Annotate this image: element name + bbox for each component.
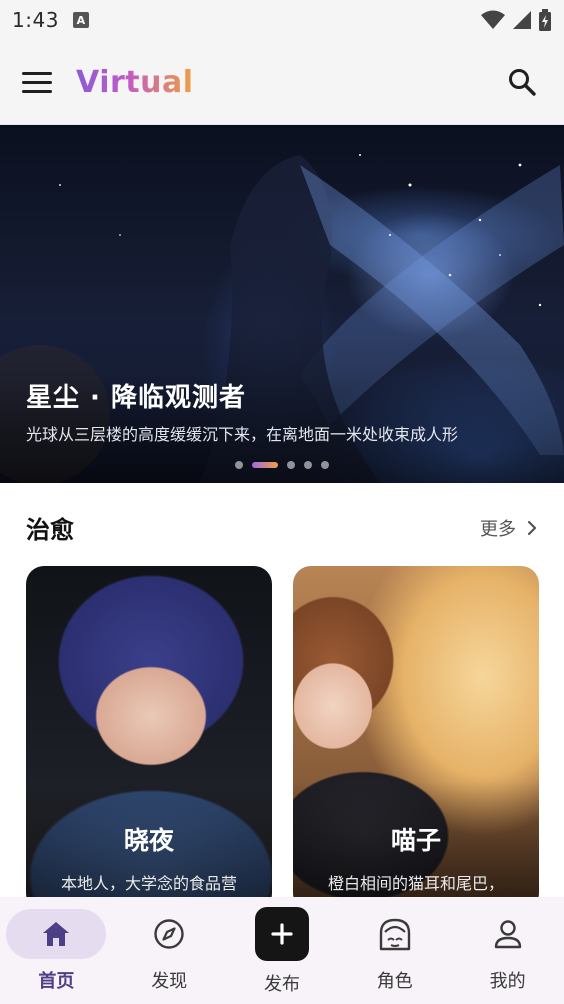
character-description: 橙白相间的猫耳和尾巴， bbox=[327, 874, 504, 893]
signal-icon bbox=[513, 11, 531, 29]
nav-label: 我的 bbox=[489, 971, 526, 992]
nav-discover[interactable]: 发现 bbox=[113, 897, 225, 1004]
nav-label: 角色 bbox=[376, 971, 413, 992]
more-link[interactable]: 更多 bbox=[480, 515, 538, 541]
home-icon bbox=[43, 922, 70, 946]
character-name: 喵子 bbox=[390, 826, 441, 855]
app-bar: Virtual bbox=[0, 40, 564, 125]
menu-icon[interactable] bbox=[22, 66, 54, 98]
carousel-dot[interactable] bbox=[304, 461, 312, 469]
hero-title: 星尘 · 降临观测者 bbox=[26, 383, 246, 413]
battery-icon bbox=[539, 9, 551, 31]
carousel-dot[interactable] bbox=[235, 461, 243, 469]
carousel-dot[interactable] bbox=[321, 461, 329, 469]
character-name: 晓夜 bbox=[123, 826, 174, 855]
status-icons bbox=[480, 9, 552, 31]
nav-character[interactable]: 角色 bbox=[339, 897, 451, 1004]
more-label: 更多 bbox=[480, 518, 516, 540]
nav-home[interactable]: 首页 bbox=[0, 897, 112, 1004]
character-icon bbox=[379, 918, 410, 951]
bottom-navigation: 首页 发现 发布 角色 我的 bbox=[0, 897, 564, 1004]
nav-profile[interactable]: 我的 bbox=[452, 897, 564, 1004]
notification-a-icon: A bbox=[72, 12, 89, 28]
status-bar: 1:43 A bbox=[0, 0, 564, 40]
person-icon bbox=[494, 920, 521, 949]
publish-button[interactable] bbox=[254, 907, 309, 961]
wifi-icon bbox=[481, 10, 505, 29]
section-header: 治愈 更多 bbox=[26, 510, 538, 545]
character-description: 本地人，大学念的食品营 bbox=[60, 874, 237, 893]
app-brand-title: Virtual bbox=[76, 64, 194, 100]
carousel-indicator bbox=[235, 461, 329, 469]
character-card[interactable]: 喵子 橙白相间的猫耳和尾巴， bbox=[293, 566, 539, 911]
compass-icon bbox=[154, 919, 184, 949]
plus-icon bbox=[271, 923, 293, 945]
chevron-right-icon bbox=[527, 520, 537, 535]
carousel-dot[interactable] bbox=[287, 461, 295, 469]
section-title: 治愈 bbox=[26, 516, 74, 544]
carousel-dot-active[interactable] bbox=[252, 462, 278, 468]
nav-label: 首页 bbox=[38, 971, 75, 992]
character-card[interactable]: 晓夜 本地人，大学念的食品营 bbox=[26, 566, 272, 911]
hero-subtitle: 光球从三层楼的高度缓缓沉下来，在离地面一米处收束成人形 bbox=[26, 425, 459, 444]
search-icon bbox=[509, 69, 536, 96]
status-time: 1:43 bbox=[12, 8, 59, 32]
nav-label: 发现 bbox=[151, 971, 188, 992]
hero-banner[interactable]: 星尘 · 降临观测者 光球从三层楼的高度缓缓沉下来，在离地面一米处收束成人形 bbox=[0, 125, 564, 483]
nav-publish[interactable]: 发布 bbox=[226, 897, 338, 1004]
search-button[interactable] bbox=[502, 62, 542, 102]
nav-label: 发布 bbox=[263, 974, 300, 995]
